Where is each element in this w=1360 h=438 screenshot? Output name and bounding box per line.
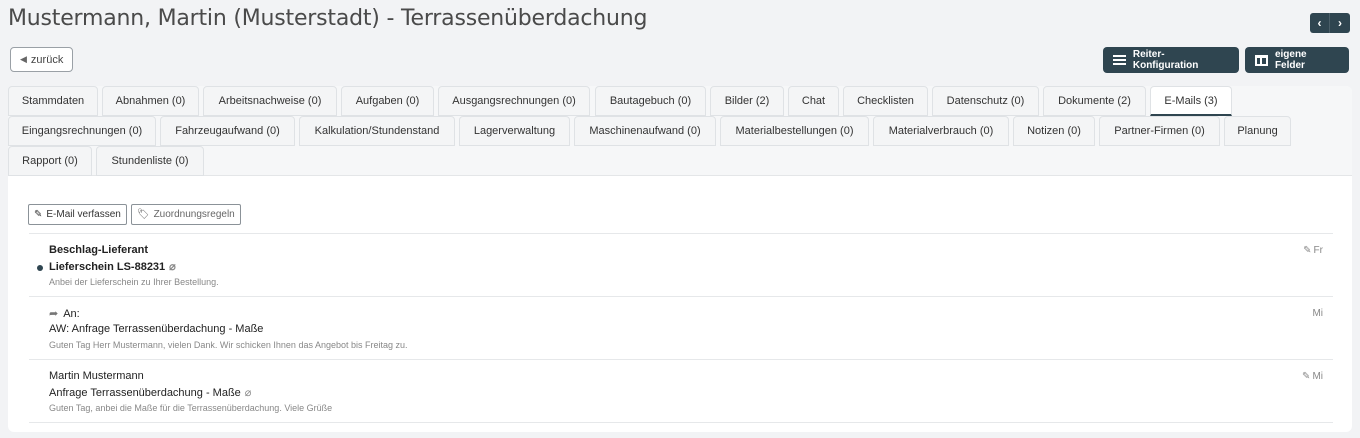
tab-bilder[interactable]: Bilder (2) <box>710 86 784 116</box>
caret-left-icon: ◀ <box>20 54 27 64</box>
back-button-label: zurück <box>30 53 64 66</box>
email-row[interactable]: ➦ An: AW: Anfrage Terrassenüberdachung - … <box>29 297 1333 360</box>
tab-rapport[interactable]: Rapport (0) <box>8 146 92 176</box>
next-record-button[interactable]: › <box>1330 13 1350 33</box>
tab-abnahmen[interactable]: Abnahmen (0) <box>102 86 199 116</box>
tab-lagerverwaltung[interactable]: Lagerverwaltung <box>459 116 570 146</box>
tab-checklisten[interactable]: Checklisten <box>843 86 928 116</box>
tab-config-label: Reiter-Konfiguration <box>1132 49 1199 71</box>
custom-fields-button[interactable]: eigene Felder <box>1245 47 1349 73</box>
paperclip-icon: ⌀ <box>169 261 176 273</box>
email-day: ✎ Mi <box>1302 371 1323 382</box>
tab-materialbestellungen[interactable]: Materialbestellungen (0) <box>720 116 869 146</box>
tab-maschinenaufwand[interactable]: Maschinenaufwand (0) <box>574 116 716 146</box>
email-row[interactable]: Martin Mustermann Anfrage Terrassenüberd… <box>29 360 1333 423</box>
tab-kalkulation[interactable]: Kalkulation/Stundenstand <box>299 116 455 146</box>
email-preview: Guten Tag, anbei die Maße für die Terras… <box>49 403 333 413</box>
email-day: ✎ Fr <box>1303 245 1323 256</box>
assignment-rules-label: Zuordnungsregeln <box>153 209 235 220</box>
tab-datenschutz[interactable]: Datenschutz (0) <box>932 86 1039 116</box>
unread-indicator <box>37 265 43 271</box>
email-recipient: ➦ An: <box>49 307 80 320</box>
email-row[interactable]: Beschlag-Lieferant Lieferschein LS-88231… <box>29 234 1333 297</box>
magic-wand-icon: ✎ <box>1302 371 1311 382</box>
tab-ausgangsrechnungen[interactable]: Ausgangsrechnungen (0) <box>438 86 590 116</box>
tab-chat[interactable]: Chat <box>788 86 839 116</box>
tab-stundenliste[interactable]: Stundenliste (0) <box>96 146 204 176</box>
email-preview: Anbei der Lieferschein zu Ihrer Bestellu… <box>49 277 219 287</box>
email-subject-wrap: Lieferschein LS-88231 ⌀ <box>49 260 176 273</box>
tab-materialverbrauch[interactable]: Materialverbrauch (0) <box>873 116 1009 146</box>
columns-icon <box>1255 54 1268 66</box>
back-button[interactable]: ◀ zurück <box>10 47 74 72</box>
email-day: Mi <box>1312 308 1323 319</box>
tab-fahrzeugaufwand[interactable]: Fahrzeugaufwand (0) <box>160 116 295 146</box>
tab-bautagebuch[interactable]: Bautagebuch (0) <box>595 86 706 116</box>
email-subject: AW: Anfrage Terrassenüberdachung - Maße <box>49 323 264 335</box>
tab-stammdaten[interactable]: Stammdaten <box>8 86 98 116</box>
content-panel: Stammdaten Abnahmen (0) Arbeitsnachweise… <box>8 86 1352 432</box>
pencil-icon: ✎ <box>34 209 43 220</box>
list-icon <box>1113 55 1126 65</box>
tab-dokumente[interactable]: Dokumente (2) <box>1043 86 1146 116</box>
email-list: Beschlag-Lieferant Lieferschein LS-88231… <box>29 233 1333 423</box>
tab-config-button[interactable]: Reiter-Konfiguration <box>1103 47 1239 73</box>
email-to-label: An: <box>63 308 80 320</box>
magic-wand-icon: ✎ <box>1303 245 1312 256</box>
email-from: Martin Mustermann <box>49 370 144 382</box>
prev-record-button[interactable]: ‹ <box>1310 13 1330 33</box>
compose-email-label: E-Mail verfassen <box>46 209 121 220</box>
tab-planung[interactable]: Planung <box>1224 116 1291 146</box>
tab-aufgaben[interactable]: Aufgaben (0) <box>341 86 434 116</box>
email-toolbar: ✎ E-Mail verfassen 🏷 Zuordnungsregeln <box>28 204 241 225</box>
email-day-label: Mi <box>1312 308 1323 319</box>
email-subject: Anfrage Terrassenüberdachung - Maße <box>49 387 241 399</box>
tab-arbeitsnachweise[interactable]: Arbeitsnachweise (0) <box>203 86 337 116</box>
compose-email-button[interactable]: ✎ E-Mail verfassen <box>28 204 127 225</box>
tab-bar: Stammdaten Abnahmen (0) Arbeitsnachweise… <box>8 86 1352 176</box>
assignment-rules-button[interactable]: 🏷 Zuordnungsregeln <box>130 204 241 225</box>
tab-notizen[interactable]: Notizen (0) <box>1013 116 1095 146</box>
reply-arrow-icon: ➦ <box>49 308 59 320</box>
email-preview: Guten Tag Herr Mustermann, vielen Dank. … <box>49 340 408 350</box>
email-subject-wrap: Anfrage Terrassenüberdachung - Maße ⌀ <box>49 386 251 399</box>
record-pager: ‹ › <box>1310 13 1350 33</box>
email-subject: Lieferschein LS-88231 <box>49 261 166 273</box>
email-day-label: Mi <box>1312 371 1323 382</box>
custom-fields-label: eigene Felder <box>1274 49 1307 71</box>
page-title: Mustermann, Martin (Musterstadt) - Terra… <box>8 6 648 31</box>
email-day-label: Fr <box>1313 245 1323 256</box>
tab-partner-firmen[interactable]: Partner-Firmen (0) <box>1099 116 1220 146</box>
tab-emails[interactable]: E-Mails (3) <box>1150 86 1232 116</box>
paperclip-icon: ⌀ <box>244 387 252 399</box>
email-from: Beschlag-Lieferant <box>49 244 149 256</box>
tag-icon: 🏷 <box>136 209 150 220</box>
tab-eingangsrechnungen[interactable]: Eingangsrechnungen (0) <box>8 116 156 146</box>
